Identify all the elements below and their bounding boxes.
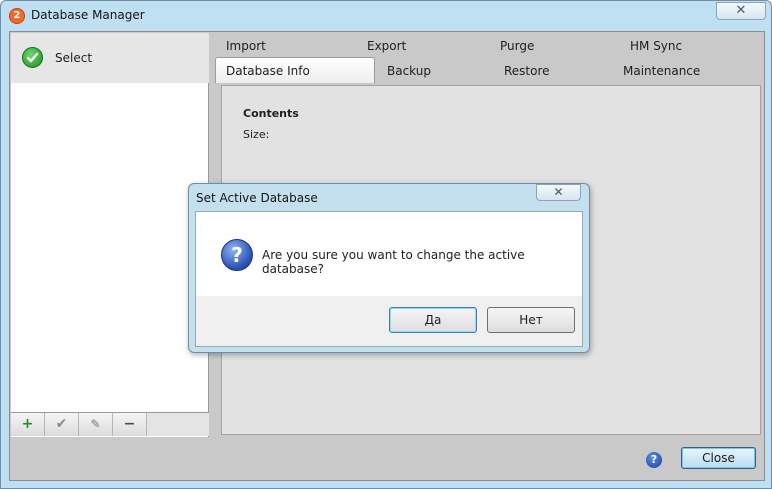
dialog-close-button[interactable]: ✕ [536,184,581,201]
select-item[interactable]: Select [11,33,209,83]
dialog-body: ? Are you sure you want to change the ac… [195,211,583,347]
close-button[interactable]: Close [681,447,756,469]
window-close-button[interactable]: ✕ [716,2,766,20]
dialog-message-area: ? Are you sure you want to change the ac… [196,212,582,296]
check-icon [22,47,43,68]
tab-maintenance[interactable]: Maintenance [623,64,700,78]
tab-export[interactable]: Export [367,39,406,53]
tab-database-info[interactable]: Database Info [215,57,375,83]
tab-hm-sync[interactable]: HM Sync [630,39,682,53]
set-active-database-dialog: Set Active Database ✕ ? Are you sure you… [188,183,590,353]
tab-backup[interactable]: Backup [387,64,431,78]
dialog-title: Set Active Database [196,191,318,205]
tabs-row-2: Database Info Backup Restore Maintenance [212,56,762,83]
contents-heading: Contents [243,107,299,120]
window-title: Database Manager [31,8,145,22]
yes-button[interactable]: Да [389,307,477,333]
dialog-message: Are you sure you want to change the acti… [262,248,525,276]
help-icon[interactable]: ? [646,452,662,468]
pencil-icon[interactable]: ✎ [79,413,113,436]
list-toolbar: + ✔ ✎ − [11,412,209,436]
app-icon: 2 [9,8,25,24]
question-icon: ? [221,239,253,271]
checkmark-icon[interactable]: ✔ [45,413,79,436]
no-button[interactable]: Нет [487,307,575,333]
tab-restore[interactable]: Restore [504,64,550,78]
size-label: Size: [243,128,270,141]
add-icon[interactable]: + [11,413,45,436]
database-list-panel: Select [11,33,209,437]
select-label: Select [55,51,93,65]
minus-icon[interactable]: − [113,413,147,436]
tab-import[interactable]: Import [226,39,266,53]
tabs-row-1: Import Export Purge HM Sync [212,34,762,56]
tab-purge[interactable]: Purge [500,39,534,53]
